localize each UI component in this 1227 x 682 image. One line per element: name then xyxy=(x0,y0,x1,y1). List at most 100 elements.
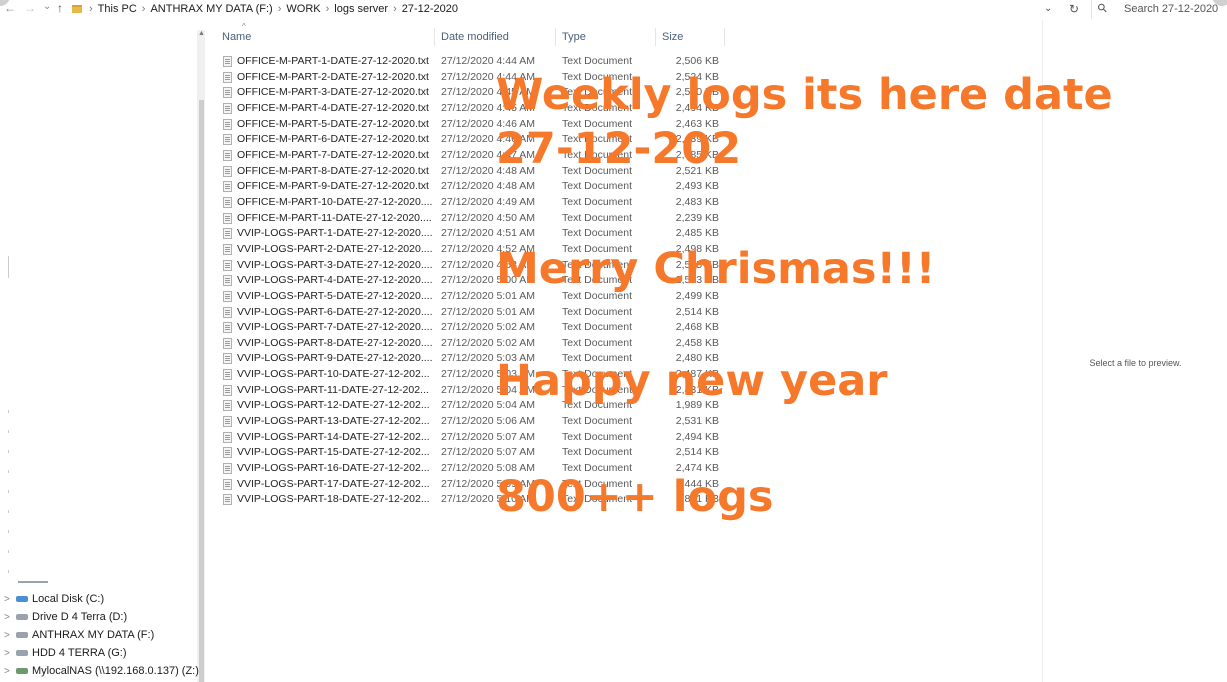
text-file-icon xyxy=(223,181,232,193)
file-name: VVIP-LOGS-PART-10-DATE-27-12-202... xyxy=(237,368,430,381)
text-file-icon xyxy=(223,149,232,161)
file-date-modified: 27/12/2020 5:01 AM xyxy=(441,305,535,318)
text-file-icon xyxy=(223,306,232,318)
column-headers: ^ Name Date modified Type Size xyxy=(212,22,732,48)
file-size: 2,514 KB xyxy=(675,446,719,459)
breadcrumb-work[interactable]: WORK xyxy=(286,3,320,15)
file-type: Text Document xyxy=(562,195,633,208)
local-disk-icon xyxy=(16,596,28,603)
divider xyxy=(8,430,9,433)
text-file-icon xyxy=(223,463,232,475)
up-button[interactable]: ↑ xyxy=(57,1,63,15)
file-size: 2,493 KB xyxy=(675,180,719,193)
column-divider[interactable] xyxy=(555,28,556,46)
drive-icon xyxy=(16,614,28,621)
file-type: Text Document xyxy=(562,415,633,428)
divider xyxy=(8,256,9,278)
divider xyxy=(8,510,9,513)
text-file-icon xyxy=(223,275,232,287)
file-size: 2,458 KB xyxy=(675,336,719,349)
divider xyxy=(8,470,9,473)
text-file-icon xyxy=(223,134,232,146)
nav-item-drive-f[interactable]: > ANTHRAX MY DATA (F:) xyxy=(4,629,154,645)
expand-chevron-icon[interactable]: > xyxy=(4,594,16,605)
file-name: VVIP-LOGS-PART-11-DATE-27-12-202... xyxy=(237,383,429,396)
file-name: OFFICE-M-PART-11-DATE-27-12-2020.... xyxy=(237,211,432,224)
nav-item-drive-d[interactable]: > Drive D 4 Terra (D:) xyxy=(4,611,127,627)
refresh-button[interactable]: ↻ xyxy=(1069,2,1079,16)
text-file-icon xyxy=(223,369,232,381)
file-size: 2,494 KB xyxy=(675,430,719,443)
column-header-type[interactable]: Type xyxy=(562,31,586,43)
file-date-modified: 27/12/2020 5:02 AM xyxy=(441,321,535,334)
forward-button[interactable]: → xyxy=(24,1,36,15)
file-name: VVIP-LOGS-PART-8-DATE-27-12-2020.... xyxy=(237,336,433,349)
column-header-name[interactable]: Name xyxy=(222,31,251,43)
breadcrumb-this-pc[interactable]: This PC xyxy=(98,3,137,15)
text-file-icon xyxy=(223,102,232,114)
divider xyxy=(8,550,9,553)
file-date-modified: 27/12/2020 5:07 AM xyxy=(441,446,535,459)
file-type: Text Document xyxy=(562,180,633,193)
breadcrumb[interactable]: › This PC › ANTHRAX MY DATA (F:) › WORK › logs … xyxy=(84,3,458,15)
column-divider[interactable] xyxy=(655,28,656,46)
file-name: OFFICE-M-PART-4-DATE-27-12-2020.txt xyxy=(237,101,429,114)
column-header-date-modified[interactable]: Date modified xyxy=(441,31,509,43)
drive-icon xyxy=(16,632,28,639)
text-file-icon xyxy=(223,447,232,459)
address-dropdown-button[interactable]: ⌄ xyxy=(1044,3,1052,14)
file-name: OFFICE-M-PART-10-DATE-27-12-2020.... xyxy=(237,195,433,208)
file-name: OFFICE-M-PART-3-DATE-27-12-2020.txt xyxy=(237,86,429,99)
file-type: Text Document xyxy=(562,211,633,224)
column-divider[interactable] xyxy=(724,28,725,46)
file-date-modified: 27/12/2020 5:02 AM xyxy=(441,336,535,349)
text-file-icon xyxy=(223,71,232,83)
file-type: Text Document xyxy=(562,305,633,318)
expand-chevron-icon[interactable]: > xyxy=(4,666,16,677)
nav-item-label: MylocalNAS (\\192.168.0.137) (Z:) xyxy=(32,665,199,677)
expand-chevron-icon[interactable]: > xyxy=(4,630,16,641)
back-button[interactable]: ← xyxy=(4,1,16,15)
breadcrumb-current-folder[interactable]: 27-12-2020 xyxy=(402,3,458,15)
text-file-icon xyxy=(223,290,232,302)
file-size: 2,485 KB xyxy=(675,227,719,240)
file-name: OFFICE-M-PART-8-DATE-27-12-2020.txt xyxy=(237,164,429,177)
text-file-icon xyxy=(223,337,232,349)
file-type: Text Document xyxy=(562,446,633,459)
overlay-text-line-4: Happy new year xyxy=(496,356,888,406)
nav-item-drive-g[interactable]: > HDD 4 TERRA (G:) xyxy=(4,647,127,663)
drive-icon xyxy=(16,650,28,657)
text-file-icon xyxy=(223,322,232,334)
nav-scroll-up-arrow[interactable]: ▲ xyxy=(198,30,205,37)
nav-scrollbar-thumb[interactable] xyxy=(199,100,204,682)
file-name: VVIP-LOGS-PART-16-DATE-27-12-202... xyxy=(237,462,430,475)
file-date-modified: 27/12/2020 4:44 AM xyxy=(441,55,535,67)
text-file-icon xyxy=(223,118,232,130)
expand-chevron-icon[interactable]: > xyxy=(4,648,16,659)
file-type: Text Document xyxy=(562,430,633,443)
file-name: VVIP-LOGS-PART-4-DATE-27-12-2020.... xyxy=(237,274,433,287)
text-file-icon xyxy=(223,353,232,365)
column-header-size[interactable]: Size xyxy=(662,31,683,43)
file-name: VVIP-LOGS-PART-3-DATE-27-12-2020.... xyxy=(237,258,433,271)
text-file-icon xyxy=(223,478,232,490)
overlay-text-line-1: Weekly logs its here date xyxy=(496,70,1113,120)
breadcrumb-separator: › xyxy=(141,3,146,15)
breadcrumb-logs-server[interactable]: logs server xyxy=(334,3,388,15)
file-name: OFFICE-M-PART-2-DATE-27-12-2020.txt xyxy=(237,70,429,83)
nav-item-drive-z[interactable]: > MylocalNAS (\\192.168.0.137) (Z:) xyxy=(4,665,199,681)
breadcrumb-drive-f[interactable]: ANTHRAX MY DATA (F:) xyxy=(150,3,272,15)
file-name: OFFICE-M-PART-1-DATE-27-12-2020.txt xyxy=(237,55,429,67)
file-name: VVIP-LOGS-PART-18-DATE-27-12-202... xyxy=(237,493,430,506)
network-drive-icon xyxy=(16,668,28,675)
recent-locations-button[interactable]: ⌄ xyxy=(43,1,51,12)
nav-item-drive-c[interactable]: > Local Disk (C:) xyxy=(4,593,104,609)
expand-chevron-icon[interactable]: > xyxy=(4,612,16,623)
column-divider[interactable] xyxy=(434,28,435,46)
overlay-text-line-2: 27-12-202 xyxy=(496,124,742,174)
file-date-modified: 27/12/2020 4:50 AM xyxy=(441,211,535,224)
overlay-text-line-5: 800++ logs xyxy=(496,472,774,522)
file-size: 2,514 KB xyxy=(675,305,719,318)
partial-drive-item xyxy=(18,581,48,583)
search-input[interactable]: ⚲ Search 27-12-2020 xyxy=(1091,0,1227,19)
